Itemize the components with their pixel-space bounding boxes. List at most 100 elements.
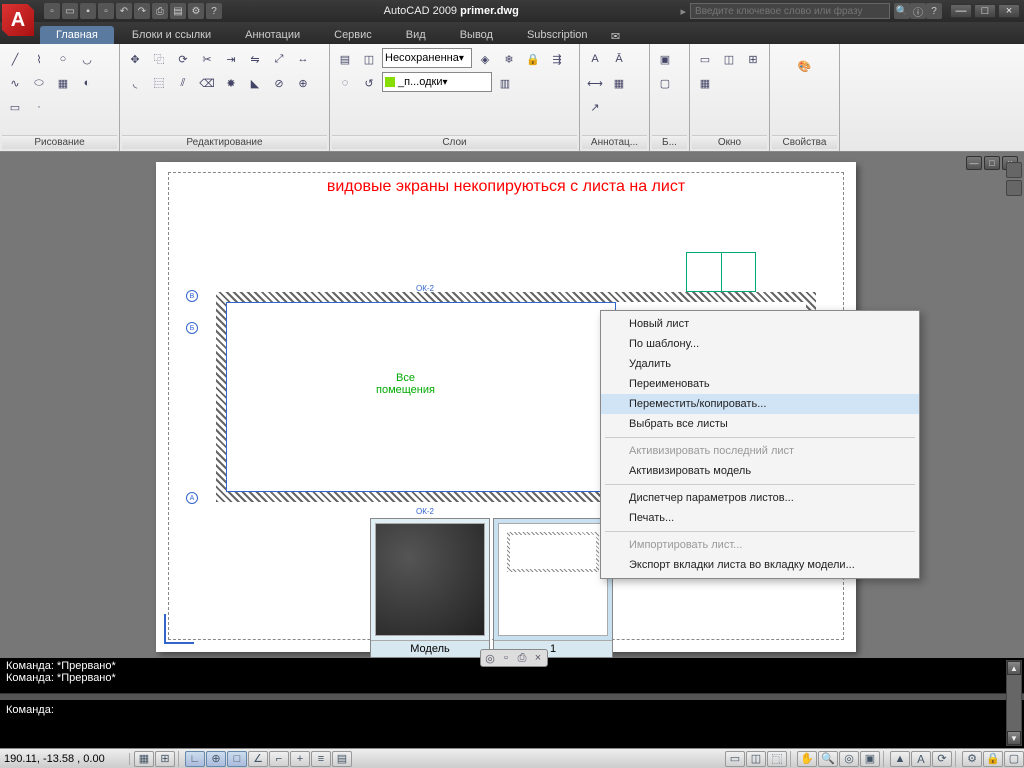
- cmd-scrollbar[interactable]: ▲ ▼: [1006, 660, 1022, 746]
- lock-ui-icon[interactable]: 🔒: [983, 751, 1003, 767]
- layer-match-icon[interactable]: ⇶: [546, 48, 568, 70]
- explode-icon[interactable]: ✸: [220, 72, 242, 94]
- qat-redo-icon[interactable]: ↷: [134, 3, 150, 19]
- pan-icon[interactable]: ✋: [797, 751, 817, 767]
- layer-iso-icon[interactable]: ◈: [474, 48, 496, 70]
- ortho-toggle[interactable]: ∟: [185, 751, 205, 767]
- ann-scale-icon[interactable]: ▲: [890, 751, 910, 767]
- break-icon[interactable]: ⊘: [268, 72, 290, 94]
- create-block-icon[interactable]: ▢: [654, 72, 676, 94]
- osnap-toggle[interactable]: □: [227, 751, 247, 767]
- qv-layouts-icon[interactable]: ◫: [746, 751, 766, 767]
- copy-icon[interactable]: ⿻: [148, 48, 170, 70]
- cm-new-layout[interactable]: Новый лист: [601, 314, 919, 334]
- workspace-icon[interactable]: ⚙: [962, 751, 982, 767]
- insert-icon[interactable]: ▣: [654, 48, 676, 70]
- showmotion-icon[interactable]: ▣: [860, 751, 880, 767]
- tab-tools[interactable]: Сервис: [318, 26, 388, 44]
- trim-icon[interactable]: ✂: [196, 48, 218, 70]
- tab-mail-icon[interactable]: ✉: [606, 28, 626, 44]
- chamfer-icon[interactable]: ◣: [244, 72, 266, 94]
- move-icon[interactable]: ✥: [124, 48, 146, 70]
- infocenter-icon[interactable]: ⓘ: [910, 3, 926, 19]
- cm-select-all[interactable]: Выбрать все листы: [601, 414, 919, 434]
- otrack-toggle[interactable]: ∠: [248, 751, 268, 767]
- table-icon[interactable]: ▦: [608, 72, 630, 94]
- tab-subscription[interactable]: Subscription: [511, 26, 604, 44]
- text-icon[interactable]: A: [584, 48, 606, 70]
- clean-screen-icon[interactable]: ▢: [1004, 751, 1024, 767]
- ducs-toggle[interactable]: ⌐: [269, 751, 289, 767]
- minimize-button[interactable]: —: [950, 4, 972, 18]
- coordinates[interactable]: 190.11, -13.58 , 0.00: [0, 753, 130, 765]
- scroll-up-icon[interactable]: ▲: [1007, 661, 1021, 675]
- cm-activate-model[interactable]: Активизировать модель: [601, 461, 919, 481]
- point-icon[interactable]: ·: [28, 96, 50, 118]
- rect-icon[interactable]: ▭: [4, 96, 26, 118]
- ann-auto-icon[interactable]: ⟳: [932, 751, 952, 767]
- qv-close-icon[interactable]: ×: [530, 651, 546, 665]
- layer-lock-icon[interactable]: 🔒: [522, 48, 544, 70]
- command-input[interactable]: Команда:: [0, 700, 1024, 720]
- layer-walk-icon[interactable]: ▥: [494, 72, 516, 94]
- qv-drawings-icon[interactable]: ⿹: [767, 751, 787, 767]
- layer-prev-icon[interactable]: ↺: [358, 72, 380, 94]
- erase-icon[interactable]: ⌫: [196, 72, 218, 94]
- scroll-down-icon[interactable]: ▼: [1007, 731, 1021, 745]
- offset-icon[interactable]: ⫽: [172, 72, 194, 94]
- properties-icon[interactable]: 🎨: [787, 48, 823, 84]
- maximize-button[interactable]: □: [974, 4, 996, 18]
- dim-icon[interactable]: ⟷: [584, 72, 606, 94]
- ann-vis-icon[interactable]: Ａ: [911, 751, 931, 767]
- doc-max-button[interactable]: □: [984, 156, 1000, 170]
- cm-page-setup[interactable]: Диспетчер параметров листов...: [601, 488, 919, 508]
- qat-plot-icon[interactable]: ▤: [170, 3, 186, 19]
- close-button[interactable]: ×: [998, 4, 1020, 18]
- polar-toggle[interactable]: ⊕: [206, 751, 226, 767]
- tab-blocks[interactable]: Блоки и ссылки: [116, 26, 227, 44]
- line-icon[interactable]: ╱: [4, 48, 26, 70]
- qat-save-icon[interactable]: ▪: [80, 3, 96, 19]
- cm-rename[interactable]: Переименовать: [601, 374, 919, 394]
- palette-btn-1[interactable]: [1006, 162, 1022, 178]
- qv-new-icon[interactable]: ▫: [498, 651, 514, 665]
- cm-plot[interactable]: Печать...: [601, 508, 919, 528]
- hatch-icon[interactable]: ▦: [52, 72, 74, 94]
- leader-icon[interactable]: ↗: [584, 96, 606, 118]
- mirror-icon[interactable]: ⇋: [244, 48, 266, 70]
- layout-tab-model[interactable]: Модель: [370, 518, 490, 658]
- qp-toggle[interactable]: ▤: [332, 751, 352, 767]
- help-icon[interactable]: ?: [926, 3, 942, 19]
- qat-new-icon[interactable]: ▫: [44, 3, 60, 19]
- extend-icon[interactable]: ⇥: [220, 48, 242, 70]
- layer-props-icon[interactable]: ▤: [334, 48, 356, 70]
- layer-combo[interactable]: _п...одки ▾: [382, 72, 492, 92]
- qat-undo-icon[interactable]: ↶: [116, 3, 132, 19]
- arc-icon[interactable]: ◡: [76, 48, 98, 70]
- stretch-icon[interactable]: ↔: [292, 48, 314, 70]
- qat-print-icon[interactable]: ⎙: [152, 3, 168, 19]
- lwt-toggle[interactable]: ≡: [311, 751, 331, 767]
- vp1-icon[interactable]: ▭: [694, 48, 716, 70]
- fillet-icon[interactable]: ◟: [124, 72, 146, 94]
- steering-wheel-icon[interactable]: ◎: [839, 751, 859, 767]
- grid-toggle[interactable]: ⊞: [155, 751, 175, 767]
- vp2-icon[interactable]: ◫: [718, 48, 740, 70]
- cm-from-template[interactable]: По шаблону...: [601, 334, 919, 354]
- layout-tab-1[interactable]: 1: [493, 518, 613, 658]
- model-paper-toggle[interactable]: ▭: [725, 751, 745, 767]
- dyn-toggle[interactable]: +: [290, 751, 310, 767]
- qat-help-icon[interactable]: ?: [206, 3, 222, 19]
- cm-move-copy[interactable]: Переместить/копировать...: [601, 394, 919, 414]
- qv-publish-icon[interactable]: ⎙: [514, 651, 530, 665]
- spline-icon[interactable]: ∿: [4, 72, 26, 94]
- qat-options-icon[interactable]: ⚙: [188, 3, 204, 19]
- scale-icon[interactable]: ⤢: [268, 48, 290, 70]
- tab-home[interactable]: Главная: [40, 26, 114, 44]
- circle-icon[interactable]: ○: [52, 48, 74, 70]
- array-icon[interactable]: ⿳: [148, 72, 170, 94]
- autocad-logo[interactable]: A: [2, 4, 34, 36]
- doc-min-button[interactable]: —: [966, 156, 982, 170]
- layer-freeze-icon[interactable]: ❄: [498, 48, 520, 70]
- vp4-icon[interactable]: ▦: [694, 72, 716, 94]
